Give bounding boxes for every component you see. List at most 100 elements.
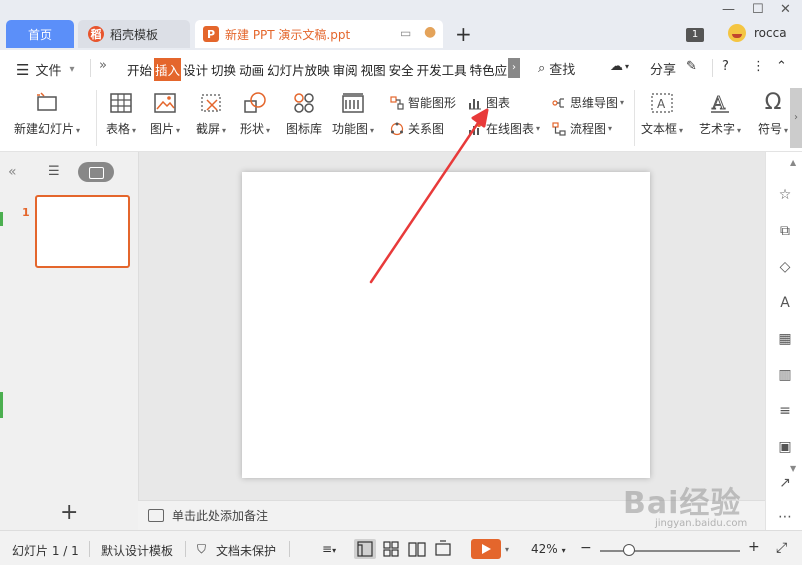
symbol-button[interactable]: Ω 符号 ▾ — [758, 92, 788, 137]
zoom-out-button[interactable]: − — [580, 540, 592, 556]
chevron-down-icon: ▾ — [69, 64, 75, 75]
tabs-scroll-right-icon[interactable]: › — [508, 58, 520, 78]
fit-window-icon[interactable]: ⤢ — [776, 540, 787, 556]
transition-icon[interactable]: ⧉ — [776, 222, 794, 240]
new-tab-button[interactable]: + — [455, 22, 472, 46]
indicator-mark — [0, 212, 3, 226]
function-chart-button[interactable]: 功能图 ▾ — [332, 92, 374, 137]
scroll-down-icon[interactable]: ▼ — [790, 464, 800, 473]
close-icon[interactable]: ✕ — [780, 2, 791, 17]
tab-slideshow[interactable]: 幻灯片放映 — [266, 58, 331, 81]
design-template-label[interactable]: 默认设计模板 — [101, 542, 173, 559]
menu-bar: ☰ 文件 ▾ » 开始 插入 设计 切换 动画 幻灯片放映 审阅 视图 安全 开… — [0, 50, 802, 86]
slide-thumbnail[interactable] — [35, 195, 130, 268]
divider — [89, 541, 90, 557]
tab-template[interactable]: 稻 稻壳模板 — [78, 20, 190, 48]
chart-label: 图表 — [486, 96, 511, 110]
user-account[interactable]: rocca — [728, 24, 787, 42]
shape-pane-icon[interactable]: ◇ — [776, 258, 794, 276]
wordart-button[interactable]: A 艺术字 ▾ — [699, 92, 741, 137]
mind-map-label: 思维导图 — [570, 96, 619, 110]
chevron-down-icon[interactable]: ▾ — [505, 545, 509, 554]
omega-icon: Ω — [764, 90, 782, 115]
function-chart-label: 功能图 — [332, 122, 369, 136]
picture-pane-icon[interactable]: ▣ — [776, 438, 794, 456]
double-chevron-icon[interactable]: » — [99, 58, 107, 73]
grid-icon[interactable]: ▦ — [776, 330, 794, 348]
mind-map-button[interactable]: 思维导图 ▾ — [552, 94, 624, 111]
reading-view-button[interactable] — [406, 539, 428, 559]
zoom-slider[interactable] — [600, 550, 740, 552]
title-bar: 首页 稻 稻壳模板 P 新建 PPT 演示文稿.ppt ▭ ● + — ☐ ✕ … — [0, 0, 802, 50]
text-fill-icon[interactable]: A — [776, 294, 794, 312]
online-chart-button[interactable]: 在线图表 ▾ — [468, 120, 540, 137]
unsaved-dot-icon: ● — [424, 24, 437, 40]
icon-library-button[interactable]: 图标库 — [286, 92, 322, 137]
share-out-icon[interactable]: ↗ — [776, 474, 794, 492]
cloud-sync-icon[interactable]: ☁ ▾ — [610, 59, 629, 74]
slide-sorter-view-button[interactable] — [380, 539, 402, 559]
relation-chart-button[interactable]: 关系图 — [390, 120, 444, 137]
tab-review[interactable]: 审阅 — [332, 58, 359, 81]
tab-animation[interactable]: 动画 — [238, 58, 265, 81]
maximize-icon[interactable]: ☐ — [752, 2, 764, 17]
file-menu-button[interactable]: ☰ 文件 ▾ — [16, 60, 75, 80]
tab-transition[interactable]: 切换 — [210, 58, 237, 81]
ribbon-scroll-right-icon[interactable]: › — [790, 88, 802, 148]
monitor-icon[interactable]: ▭ — [400, 26, 411, 40]
search-button[interactable]: ⌕ 查找 — [538, 59, 575, 78]
more-pane-icon[interactable]: ⋯ — [776, 508, 794, 526]
file-menu-label: 文件 — [35, 64, 62, 79]
scroll-up-icon[interactable]: ▲ — [790, 158, 800, 167]
collapse-pane-icon[interactable]: « — [8, 164, 17, 180]
table-button[interactable]: 表格 ▾ — [106, 92, 136, 137]
divider — [289, 541, 290, 557]
align-menu-icon[interactable]: ≡▾ — [322, 542, 336, 556]
edit-comment-icon[interactable]: ✎ — [686, 59, 697, 74]
tab-insert[interactable]: 插入 — [154, 58, 182, 81]
minimize-icon[interactable]: — — [722, 2, 735, 17]
settings-sliders-icon[interactable]: ≡ — [776, 402, 794, 420]
picture-button[interactable]: 图片 ▾ — [150, 92, 180, 137]
textbox-button[interactable]: A 文本框 ▾ — [641, 92, 683, 137]
tab-security[interactable]: 安全 — [388, 58, 415, 81]
play-slideshow-button[interactable] — [471, 539, 501, 559]
smart-graphic-label: 智能图形 — [408, 96, 457, 110]
collapse-ribbon-icon[interactable]: ⌃ — [776, 59, 787, 74]
new-slide-icon — [35, 92, 59, 114]
tab-home[interactable]: 首页 — [6, 20, 74, 48]
outline-view-icon[interactable]: ☰ — [48, 164, 60, 179]
tab-features[interactable]: 特色应 — [469, 58, 509, 81]
tab-design[interactable]: 设计 — [182, 58, 209, 81]
presenter-view-button[interactable] — [432, 539, 454, 559]
zoom-slider-handle[interactable] — [623, 544, 636, 556]
zoom-in-button[interactable]: + — [748, 539, 760, 555]
thumbnail-view-icon[interactable] — [78, 162, 114, 182]
flowchart-button[interactable]: 流程图 ▾ — [552, 120, 612, 137]
screenshot-button[interactable]: 截屏 ▾ — [196, 92, 226, 137]
add-slide-button[interactable]: + — [60, 500, 78, 525]
notes-bar[interactable]: 单击此处添加备注 — [138, 500, 765, 530]
tab-view[interactable]: 视图 — [360, 58, 387, 81]
share-button[interactable]: 分享 — [650, 59, 676, 78]
tab-document-label: 新建 PPT 演示文稿.ppt — [225, 27, 351, 42]
normal-view-button[interactable] — [354, 539, 376, 559]
help-icon[interactable]: ? — [722, 59, 729, 74]
window-count-badge[interactable]: 1 — [686, 28, 704, 42]
zoom-level[interactable]: 42% ▾ — [531, 542, 566, 556]
doc-protection-status[interactable]: 文档未保护 — [216, 542, 276, 559]
smart-graphic-button[interactable]: 智能图形 — [390, 94, 456, 111]
animation-icon[interactable]: ☆ — [776, 186, 794, 204]
chart-button[interactable]: 图表 — [468, 94, 510, 111]
ribbon: 新建幻灯片 ▾ 表格 ▾ 图片 ▾ 截屏 ▾ 形状 ▾ 图标库 功能图 ▾ 智能… — [0, 86, 802, 152]
tab-start[interactable]: 开始 — [126, 58, 153, 81]
new-slide-button[interactable]: 新建幻灯片 ▾ — [14, 92, 80, 137]
shape-button[interactable]: 形状 ▾ — [240, 92, 270, 137]
editing-canvas — [138, 152, 765, 500]
flowchart-label: 流程图 — [570, 122, 607, 136]
slide-canvas[interactable] — [242, 172, 650, 478]
tab-developer[interactable]: 开发工具 — [416, 58, 468, 81]
textbox-icon: A — [650, 92, 674, 114]
chart-pane-icon[interactable]: ▥ — [776, 366, 794, 384]
more-options-icon[interactable]: ⋮ — [752, 59, 765, 74]
